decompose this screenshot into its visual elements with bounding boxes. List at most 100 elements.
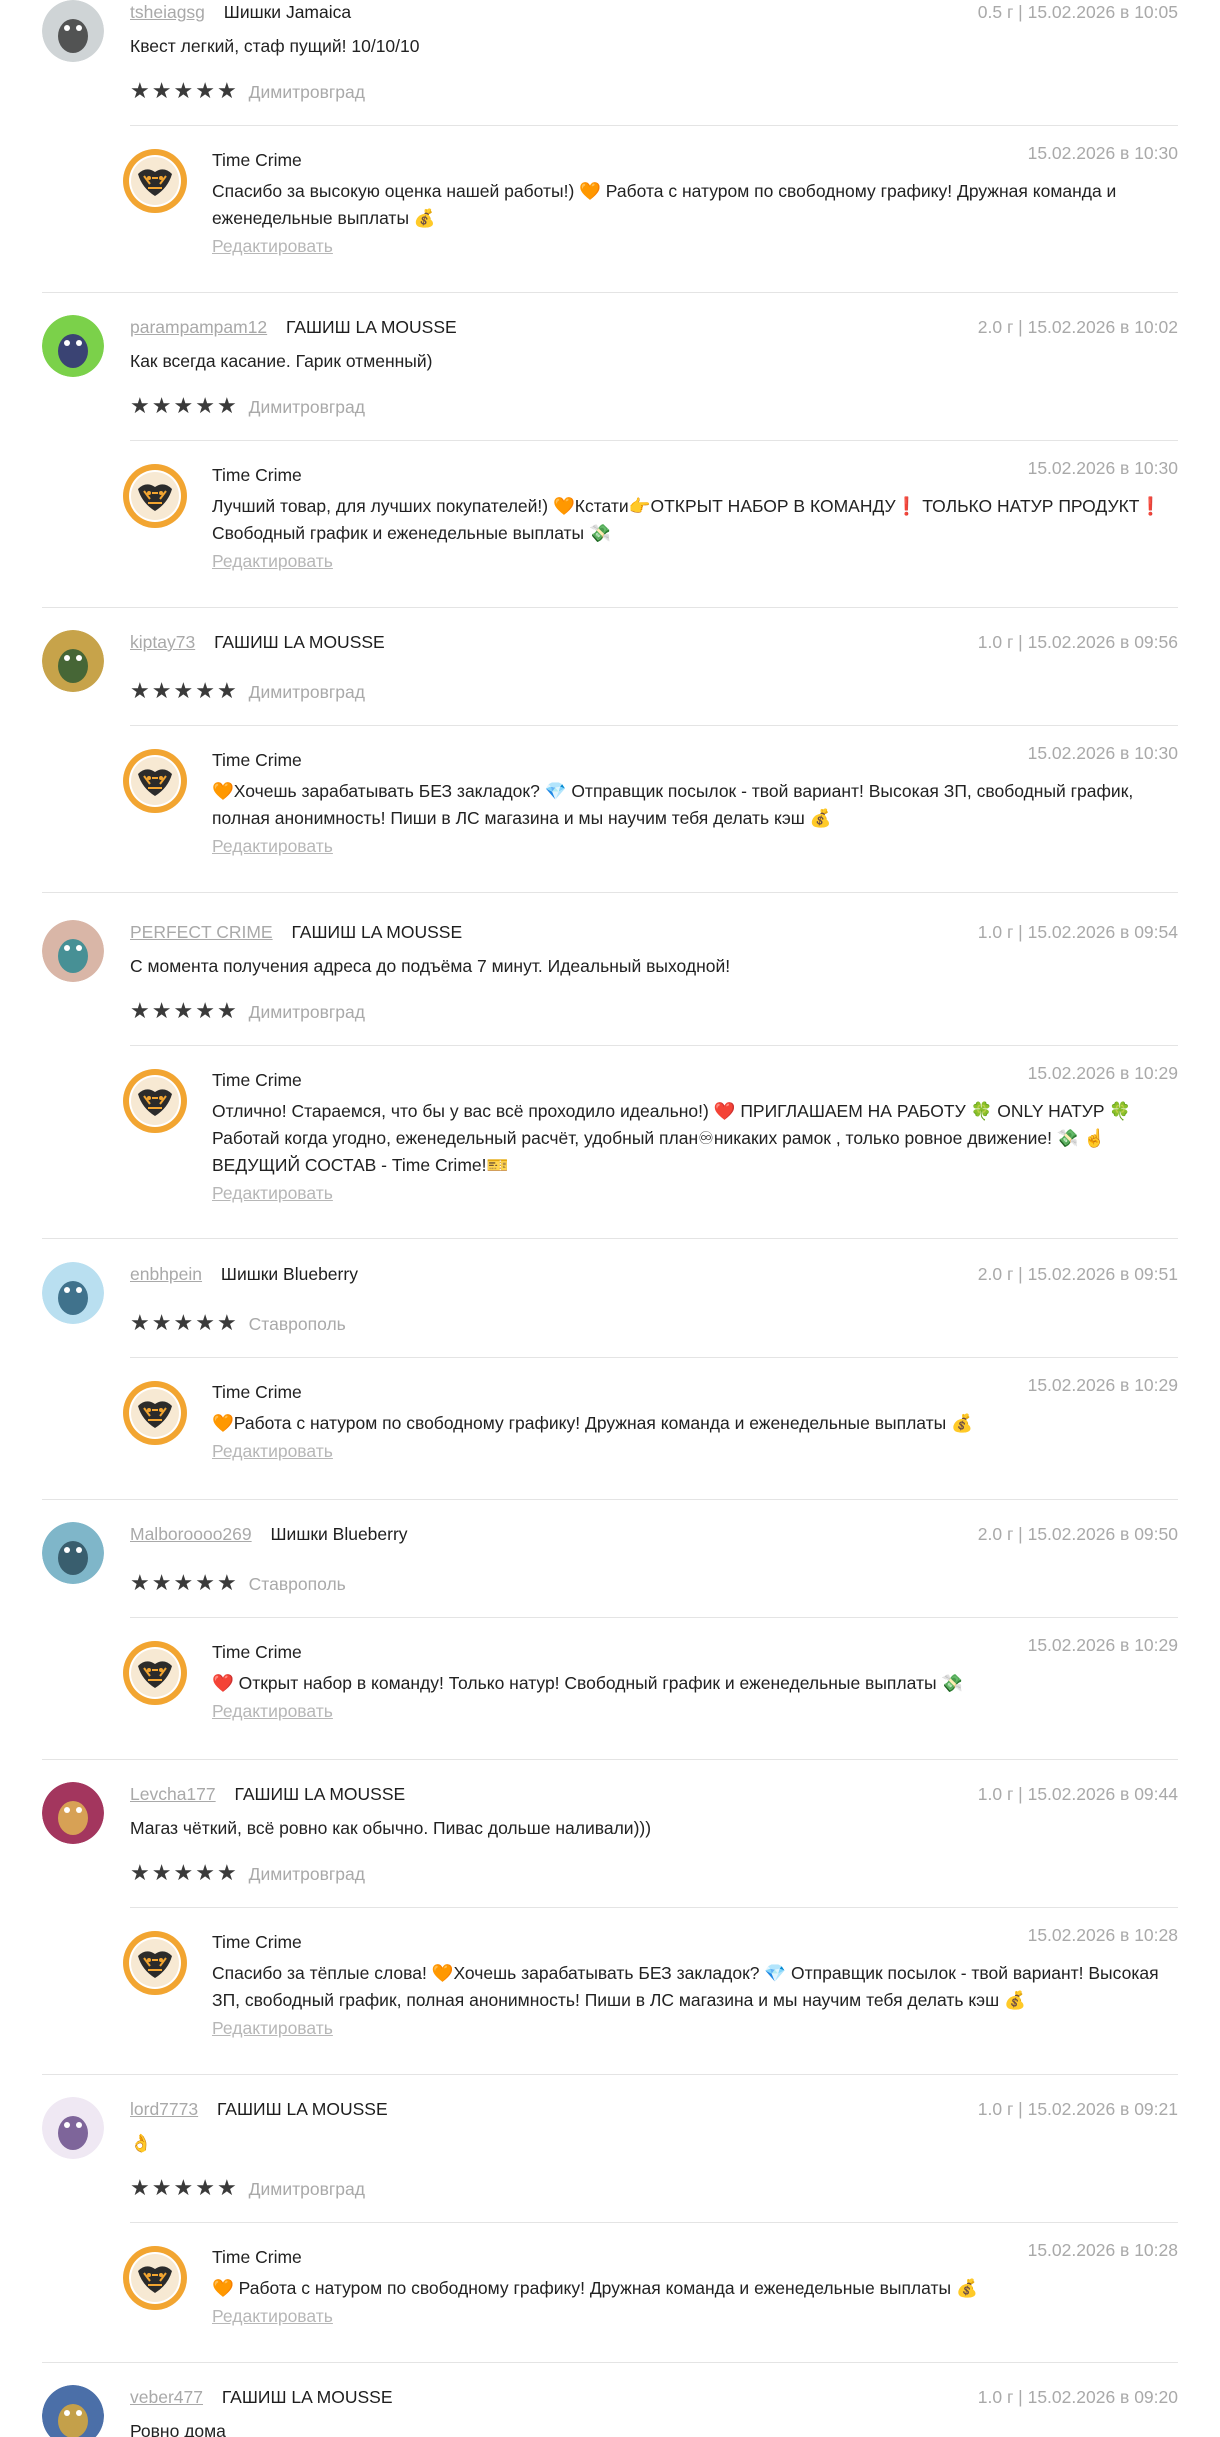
rating-row: ★★★★★ Ставрополь (130, 1572, 346, 1596)
review-divider (42, 2074, 1178, 2075)
reply-author: Time Crime (212, 1932, 302, 1952)
time-crime-logo-icon[interactable] (122, 1068, 188, 1134)
star-icon: ★ (130, 1311, 150, 1336)
username-link[interactable]: Levcha177 (130, 1784, 216, 1804)
review-divider (42, 292, 1178, 293)
review-header: PERFECT CRIME ГАШИШ LA MOUSSE (130, 920, 462, 944)
review-meta: 1.0 г | 15.02.2026 в 09:56 (977, 632, 1178, 652)
ghost-avatar-icon[interactable] (42, 2097, 104, 2159)
review-header: lord7773 ГАШИШ LA MOUSSE (130, 2097, 388, 2121)
creature-avatar-icon[interactable] (42, 630, 104, 692)
review-meta: 2.0 г | 15.02.2026 в 09:50 (977, 1524, 1178, 1544)
edit-reply-link[interactable]: Редактировать (212, 2016, 333, 2040)
time-crime-logo-icon[interactable] (122, 748, 188, 814)
star-icon: ★ (216, 1571, 237, 1596)
review-meta: 1.0 г | 15.02.2026 в 09:44 (977, 1784, 1178, 1804)
time-crime-logo-icon[interactable] (122, 1380, 188, 1446)
star-icon: ★ (130, 679, 150, 704)
badge-avatar-icon[interactable] (42, 1522, 104, 1584)
review-header: tsheiagsg Шишки Jamaica (130, 0, 351, 24)
review-meta: 1.0 г | 15.02.2026 в 09:20 (977, 2387, 1178, 2407)
username-link[interactable]: enbhpein (130, 1264, 202, 1284)
time-crime-logo-icon[interactable] (122, 463, 188, 529)
star-icon: ★ (195, 679, 215, 704)
city-label: Димитровград (248, 682, 365, 702)
username-link[interactable]: veber477 (130, 2387, 203, 2407)
username-link[interactable]: kiptay73 (130, 632, 195, 652)
reply-author: Time Crime (212, 465, 302, 485)
edit-reply-link[interactable]: Редактировать (212, 1439, 333, 1463)
rating-row: ★★★★★ Ставрополь (130, 1312, 346, 1336)
reply-author: Time Crime (212, 150, 302, 170)
star-icon: ★ (151, 394, 172, 419)
review-divider (42, 2362, 1178, 2363)
character-avatar-icon[interactable] (42, 1782, 104, 1844)
star-icon: ★ (195, 1311, 215, 1336)
edit-reply-link[interactable]: Редактировать (212, 834, 333, 858)
reply-date: 15.02.2026 в 10:29 (1027, 1375, 1178, 1395)
review-meta: 1.0 г | 15.02.2026 в 09:54 (977, 922, 1178, 942)
time-crime-logo-icon[interactable] (122, 2245, 188, 2311)
edit-reply-link[interactable]: Редактировать (212, 1699, 333, 1723)
edit-reply-link[interactable]: Редактировать (212, 2304, 333, 2328)
review-divider (42, 1238, 1178, 1239)
reply-date: 15.02.2026 в 10:30 (1027, 143, 1178, 163)
star-icon: ★ (195, 2176, 215, 2201)
product-name: ГАШИШ LA MOUSSE (217, 2099, 388, 2119)
review-divider (42, 607, 1178, 608)
city-label: Ставрополь (248, 1574, 346, 1594)
product-name: ГАШИШ LA MOUSSE (221, 2387, 393, 2407)
reply-date: 15.02.2026 в 10:28 (1027, 2240, 1178, 2260)
product-name: Шишки Blueberry (220, 1264, 358, 1284)
star-icon: ★ (151, 1571, 172, 1596)
divider (130, 2222, 1178, 2223)
review-text: Ровно дома (130, 2421, 226, 2437)
username-link[interactable]: Malboroooo269 (130, 1524, 252, 1544)
username-link[interactable]: lord7773 (130, 2099, 198, 2119)
star-icon: ★ (151, 79, 172, 104)
tiger-avatar-icon[interactable] (42, 1262, 104, 1324)
edit-reply-link[interactable]: Редактировать (212, 234, 333, 258)
review-divider (42, 1759, 1178, 1760)
city-label: Димитровград (248, 1864, 365, 1884)
username-link[interactable]: PERFECT CRIME (130, 922, 273, 942)
tools-avatar-icon[interactable] (42, 315, 104, 377)
cat-avatar-icon[interactable] (42, 0, 104, 62)
reply-author: Time Crime (212, 750, 302, 770)
product-name: Шишки Jamaica (223, 2, 352, 22)
reply-date: 15.02.2026 в 10:30 (1027, 743, 1178, 763)
reply-text: Спасибо за высокую оценка нашей работы!)… (212, 181, 1117, 228)
star-icon: ★ (216, 79, 237, 104)
reply-text: 🧡Хочешь зарабатывать БЕЗ закладок? 💎 Отп… (212, 781, 1134, 828)
time-crime-logo-icon[interactable] (122, 1640, 188, 1706)
rating-row: ★★★★★ Димитровград (130, 1862, 365, 1886)
time-crime-logo-icon[interactable] (122, 1930, 188, 1996)
star-icon: ★ (216, 1861, 237, 1886)
divider (130, 1617, 1178, 1618)
time-crime-logo-icon[interactable] (122, 148, 188, 214)
glasses-avatar-icon[interactable] (42, 920, 104, 982)
review-text: 👌 (130, 2133, 152, 2153)
star-icon: ★ (151, 1311, 172, 1336)
reply-author: Time Crime (212, 1382, 302, 1402)
edit-reply-link[interactable]: Редактировать (212, 1181, 333, 1205)
product-name: Шишки Blueberry (270, 1524, 408, 1544)
star-icon: ★ (173, 999, 194, 1024)
city-label: Димитровград (248, 1002, 365, 1022)
username-link[interactable]: parampampam12 (130, 317, 267, 337)
edit-reply-link[interactable]: Редактировать (212, 549, 333, 573)
star-icon: ★ (195, 79, 215, 104)
coin-avatar-icon[interactable] (42, 2385, 104, 2437)
star-icon: ★ (173, 1571, 194, 1596)
star-icon: ★ (151, 1861, 172, 1886)
review-header: enbhpein Шишки Blueberry (130, 1262, 358, 1286)
review-header: veber477 ГАШИШ LA MOUSSE (130, 2385, 393, 2409)
review-meta: 2.0 г | 15.02.2026 в 09:51 (977, 1264, 1178, 1284)
star-icon: ★ (151, 2176, 172, 2201)
divider (130, 1045, 1178, 1046)
username-link[interactable]: tsheiagsg (130, 2, 205, 22)
divider (130, 440, 1178, 441)
review-header: Malboroooo269 Шишки Blueberry (130, 1522, 408, 1546)
rating-row: ★★★★★ Димитровград (130, 395, 365, 419)
city-label: Димитровград (248, 82, 365, 102)
